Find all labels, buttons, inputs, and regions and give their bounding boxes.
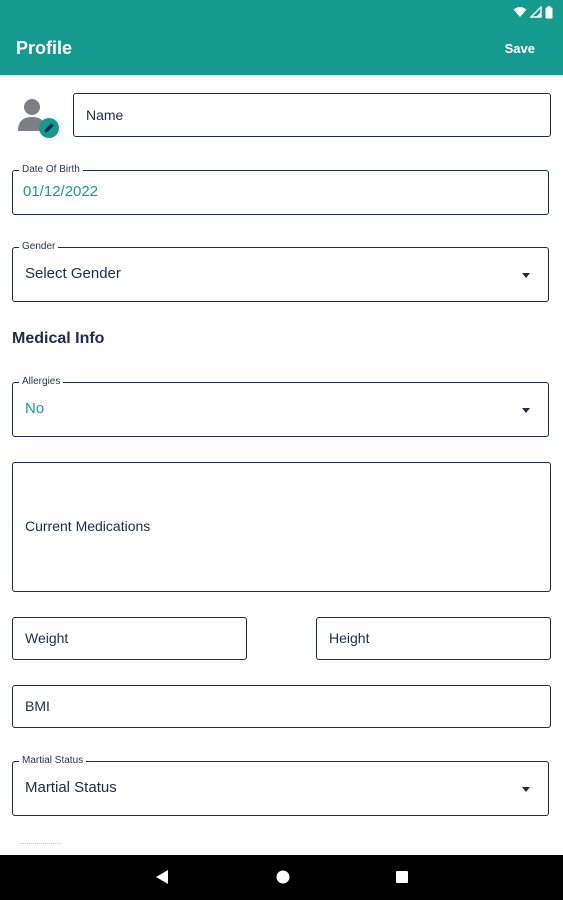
system-nav-bar — [0, 855, 563, 900]
height-placeholder: Height — [329, 630, 370, 646]
avatar-edit-button[interactable] — [16, 97, 60, 139]
gender-select[interactable]: Gender Select Gender — [12, 240, 549, 302]
marital-status-label: Martial Status — [19, 754, 87, 768]
home-icon[interactable] — [275, 869, 291, 885]
save-button[interactable]: Save — [505, 41, 535, 56]
current-medications-field[interactable]: Current Medications — [12, 462, 551, 592]
allergies-value: No — [25, 400, 45, 417]
chevron-down-icon — [522, 273, 530, 278]
marital-status-value: Martial Status — [25, 779, 117, 796]
next-field-label-cutoff — [20, 843, 60, 847]
gender-value: Select Gender — [25, 265, 121, 282]
allergies-select[interactable]: Allergies No — [12, 375, 549, 437]
battery-icon — [545, 5, 553, 18]
chevron-down-icon — [522, 408, 530, 413]
bmi-placeholder: BMI — [25, 698, 50, 714]
name-placeholder: Name — [86, 107, 124, 123]
name-field[interactable]: Name — [73, 93, 551, 137]
signal-icon — [530, 6, 542, 18]
person-icon — [18, 99, 59, 138]
date-of-birth-field[interactable]: Date Of Birth 01/12/2022 — [12, 163, 549, 215]
marital-status-select[interactable]: Martial Status Martial Status — [12, 754, 549, 816]
wifi-icon — [513, 7, 527, 17]
current-medications-placeholder: Current Medications — [25, 518, 151, 534]
recents-icon[interactable] — [395, 869, 409, 885]
app-bar: Profile Save — [0, 0, 563, 75]
gender-label: Gender — [19, 240, 59, 254]
allergies-label: Allergies — [19, 375, 64, 389]
date-of-birth-label: Date Of Birth — [19, 163, 83, 177]
chevron-down-icon — [522, 787, 530, 792]
weight-placeholder: Weight — [25, 630, 69, 646]
bmi-field[interactable]: BMI — [12, 685, 551, 728]
status-bar-icons — [513, 4, 553, 20]
date-of-birth-value: 01/12/2022 — [23, 183, 99, 200]
back-icon[interactable] — [155, 869, 169, 885]
page-title: Profile — [16, 38, 73, 58]
medical-info-heading: Medical Info — [12, 330, 105, 347]
height-field[interactable]: Height — [316, 617, 551, 660]
weight-field[interactable]: Weight — [12, 617, 247, 660]
